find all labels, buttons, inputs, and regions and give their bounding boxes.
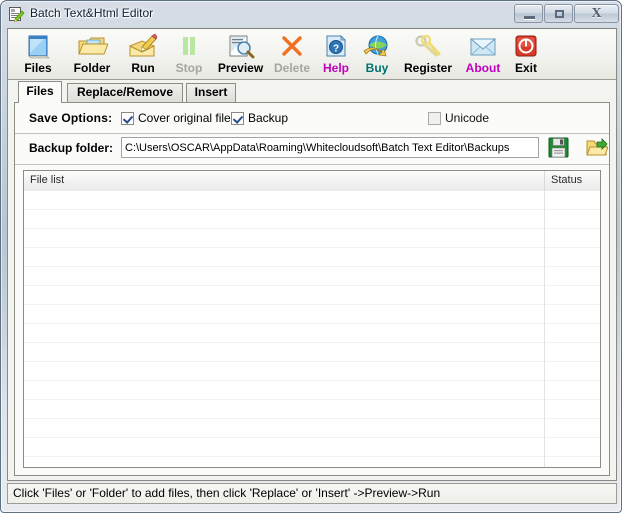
run-pencil-icon bbox=[121, 33, 165, 61]
toolbar-label-preview: Preview bbox=[217, 61, 264, 75]
toolbar-button-run[interactable]: Run bbox=[121, 31, 165, 78]
toolbar-button-stop[interactable]: Stop bbox=[166, 31, 212, 78]
toolbar-label-register: Register bbox=[403, 61, 453, 75]
title-bar[interactable]: Batch Text&Html Editor X bbox=[1, 1, 622, 28]
tab-replace-remove[interactable]: Replace/Remove bbox=[67, 83, 183, 102]
tab-files-label: Files bbox=[26, 84, 54, 98]
toolbar-label-files: Files bbox=[24, 61, 52, 75]
checkbox-unicode-label: Unicode bbox=[445, 111, 490, 125]
register-keys-icon bbox=[397, 33, 459, 61]
app-document-pencil-icon bbox=[8, 6, 25, 23]
tab-replace-remove-label: Replace/Remove bbox=[76, 85, 174, 99]
toolbar-button-preview[interactable]: Preview bbox=[213, 31, 268, 78]
checkbox-cover-original-file-box[interactable] bbox=[121, 111, 134, 125]
folder-icon bbox=[64, 33, 120, 61]
file-list-column-divider bbox=[544, 191, 545, 467]
about-envelope-icon bbox=[459, 33, 507, 61]
column-header-status-label: Status bbox=[551, 174, 583, 186]
toolbar-label-folder: Folder bbox=[73, 61, 111, 75]
tab-page-files: Save Options: Cover original file Backup… bbox=[14, 102, 610, 476]
save-options-row: Save Options: Cover original file Backup… bbox=[15, 103, 609, 134]
exit-power-icon bbox=[507, 33, 545, 61]
file-list-view[interactable]: File list Status bbox=[23, 170, 601, 468]
tab-insert-label: Insert bbox=[194, 85, 228, 99]
toolbar-label-exit: Exit bbox=[514, 61, 537, 75]
preview-magnifier-icon bbox=[213, 33, 268, 61]
toolbar-label-help: Help bbox=[322, 61, 349, 75]
toolbar-label-buy: Buy bbox=[365, 61, 389, 75]
toolbar-label-run: Run bbox=[131, 61, 155, 75]
buy-globe-icon bbox=[357, 33, 397, 61]
toolbar-button-register[interactable]: Register bbox=[397, 31, 459, 78]
file-list-body[interactable] bbox=[24, 191, 600, 467]
checkbox-backup-label: Backup bbox=[248, 111, 289, 125]
column-header-status[interactable]: Status bbox=[544, 171, 600, 191]
toolbar-button-about[interactable]: About bbox=[459, 31, 507, 78]
save-options-label: Save Options: bbox=[29, 111, 113, 125]
toolbar-button-files[interactable]: Files bbox=[14, 31, 62, 78]
application-window: Batch Text&Html Editor X Files Folder Ru… bbox=[0, 0, 622, 513]
checkbox-backup[interactable]: Backup bbox=[231, 111, 288, 125]
checkbox-cover-original-file-label: Cover original file bbox=[138, 111, 231, 125]
tab-insert[interactable]: Insert bbox=[186, 83, 236, 102]
minimize-icon bbox=[524, 16, 535, 20]
stop-pause-icon bbox=[166, 33, 212, 61]
browse-backup-folder-button[interactable] bbox=[585, 136, 609, 159]
toolbar-button-folder[interactable]: Folder bbox=[64, 31, 120, 78]
delete-x-icon bbox=[268, 33, 316, 61]
backup-folder-input[interactable] bbox=[121, 137, 539, 158]
window-title: Batch Text&Html Editor bbox=[30, 6, 154, 20]
close-button[interactable]: X bbox=[574, 4, 619, 23]
tab-files[interactable]: Files bbox=[18, 81, 62, 103]
checkbox-backup-box[interactable] bbox=[231, 111, 244, 125]
toolbar-label-delete: Delete bbox=[273, 61, 311, 75]
tab-strip: Files Replace/Remove Insert bbox=[14, 81, 610, 103]
close-icon: X bbox=[591, 6, 602, 21]
toolbar-button-delete[interactable]: Delete bbox=[268, 31, 316, 78]
file-list-header: File list Status bbox=[24, 171, 600, 192]
toolbar-button-help[interactable]: ? Help bbox=[315, 31, 357, 78]
toolbar-label-stop: Stop bbox=[175, 61, 203, 75]
column-header-file-list-label: File list bbox=[30, 174, 65, 186]
files-icon bbox=[14, 33, 62, 61]
backup-folder-label: Backup folder: bbox=[29, 141, 114, 155]
checkbox-cover-original-file[interactable]: Cover original file bbox=[121, 111, 231, 125]
toolbar-button-buy[interactable]: Buy bbox=[357, 31, 397, 78]
status-bar: Click 'Files' or 'Folder' to add files, … bbox=[7, 483, 617, 504]
maximize-icon bbox=[555, 10, 564, 18]
save-backup-folder-button[interactable] bbox=[547, 136, 570, 159]
toolbar: Files Folder Run Stop Preview Delete ? H… bbox=[8, 29, 616, 80]
client-area: Files Folder Run Stop Preview Delete ? H… bbox=[7, 28, 617, 481]
toolbar-label-about: About bbox=[465, 61, 501, 75]
toolbar-button-exit[interactable]: Exit bbox=[507, 31, 545, 78]
checkbox-unicode[interactable]: Unicode bbox=[428, 111, 489, 125]
column-header-file-list[interactable]: File list bbox=[24, 171, 544, 191]
svg-text:?: ? bbox=[333, 43, 339, 54]
minimize-button[interactable] bbox=[514, 4, 543, 23]
backup-folder-row: Backup folder: bbox=[15, 133, 609, 165]
help-question-icon: ? bbox=[315, 33, 357, 61]
maximize-button[interactable] bbox=[544, 4, 573, 23]
checkbox-unicode-box[interactable] bbox=[428, 111, 441, 125]
window-controls: X bbox=[513, 4, 619, 23]
